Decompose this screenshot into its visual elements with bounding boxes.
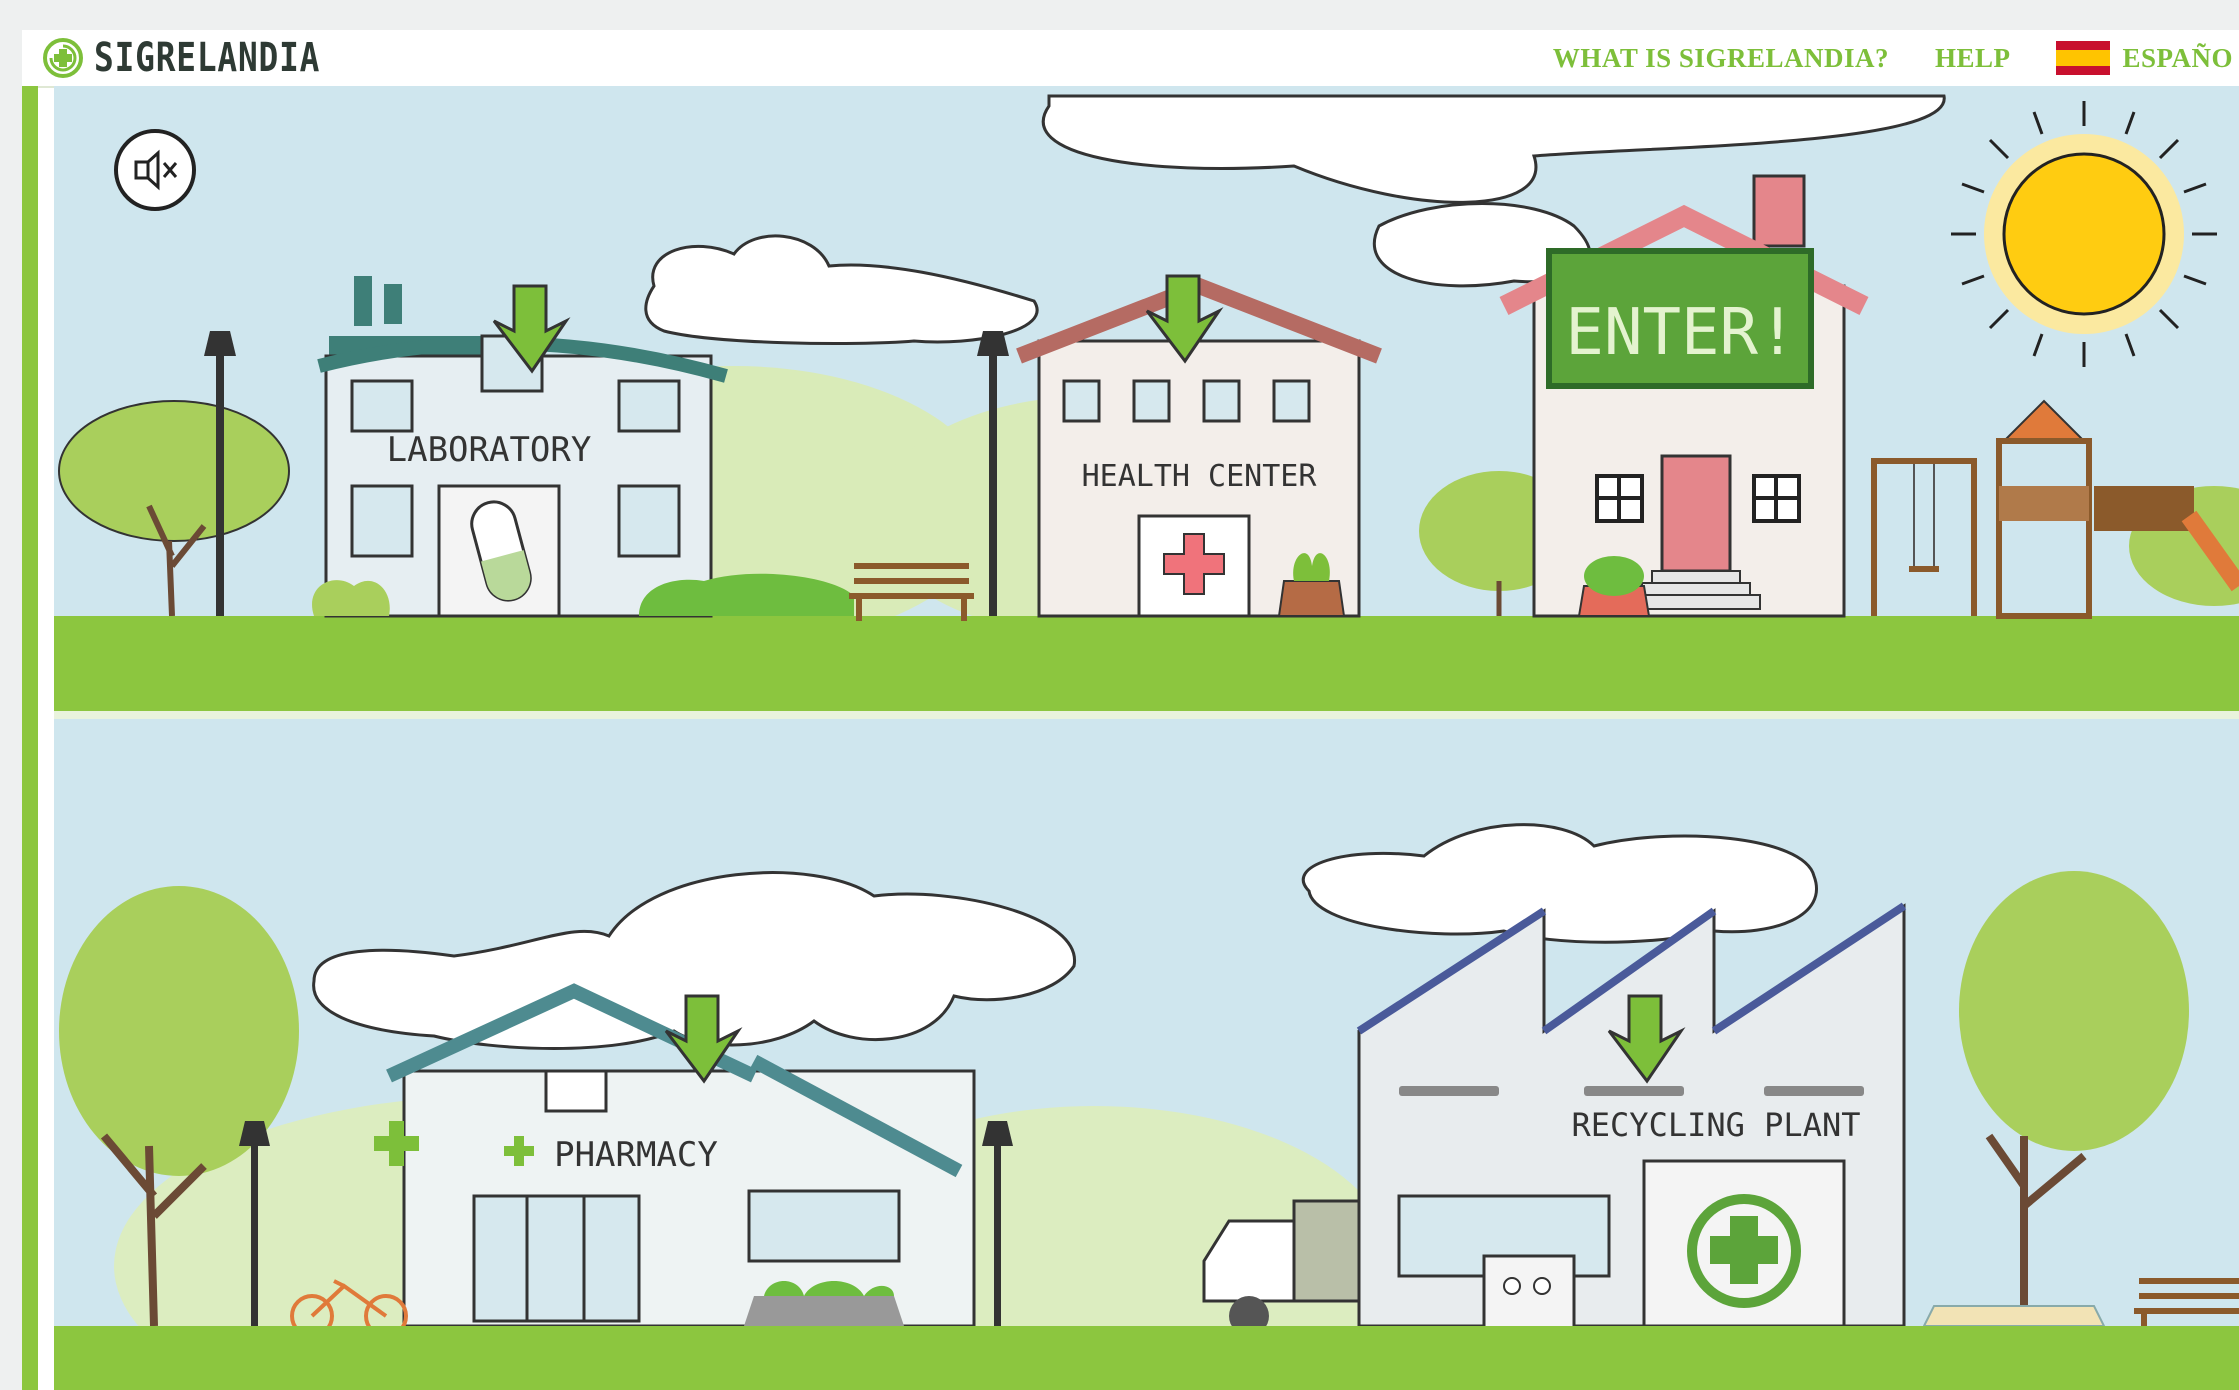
brand-logo[interactable]: SIGRELANDIA <box>42 34 370 82</box>
sun-icon <box>1951 101 2217 367</box>
town-illustration: LABORATORY HEALTH CENTER ENTER! PHARMACY… <box>54 94 2239 1390</box>
logo-cross-icon <box>43 38 83 78</box>
language-label: ESPAÑO <box>2122 42 2233 73</box>
spain-flag-icon <box>2056 41 2111 75</box>
brand-name: SIGRELANDIA <box>94 35 321 81</box>
health-center-label: HEALTH CENTER <box>1082 459 1318 494</box>
nav-what-is-link[interactable]: WHAT IS SIGRELANDIA? <box>1553 43 1889 74</box>
top-nav: WHAT IS SIGRELANDIA? HELP ESPAÑO <box>1553 30 2239 86</box>
mute-button[interactable] <box>114 129 196 211</box>
app-frame: SIGRELANDIA WHAT IS SIGRELANDIA? HELP ES… <box>22 30 2239 1390</box>
language-selector[interactable]: ESPAÑO <box>2056 41 2233 75</box>
top-header: SIGRELANDIA WHAT IS SIGRELANDIA? HELP ES… <box>22 30 2239 88</box>
laboratory-label: LABORATORY <box>387 430 592 470</box>
town-scene: LABORATORY HEALTH CENTER ENTER! PHARMACY… <box>54 86 2239 1390</box>
nav-help-link[interactable]: HELP <box>1935 43 2011 74</box>
enter-label[interactable]: ENTER! <box>1565 296 1796 370</box>
recycling-plant-label: RECYCLING PLANT <box>1572 1106 1861 1144</box>
pharmacy-label: PHARMACY <box>554 1135 718 1175</box>
mute-icon <box>134 149 178 191</box>
left-accent-bar <box>22 86 38 1390</box>
